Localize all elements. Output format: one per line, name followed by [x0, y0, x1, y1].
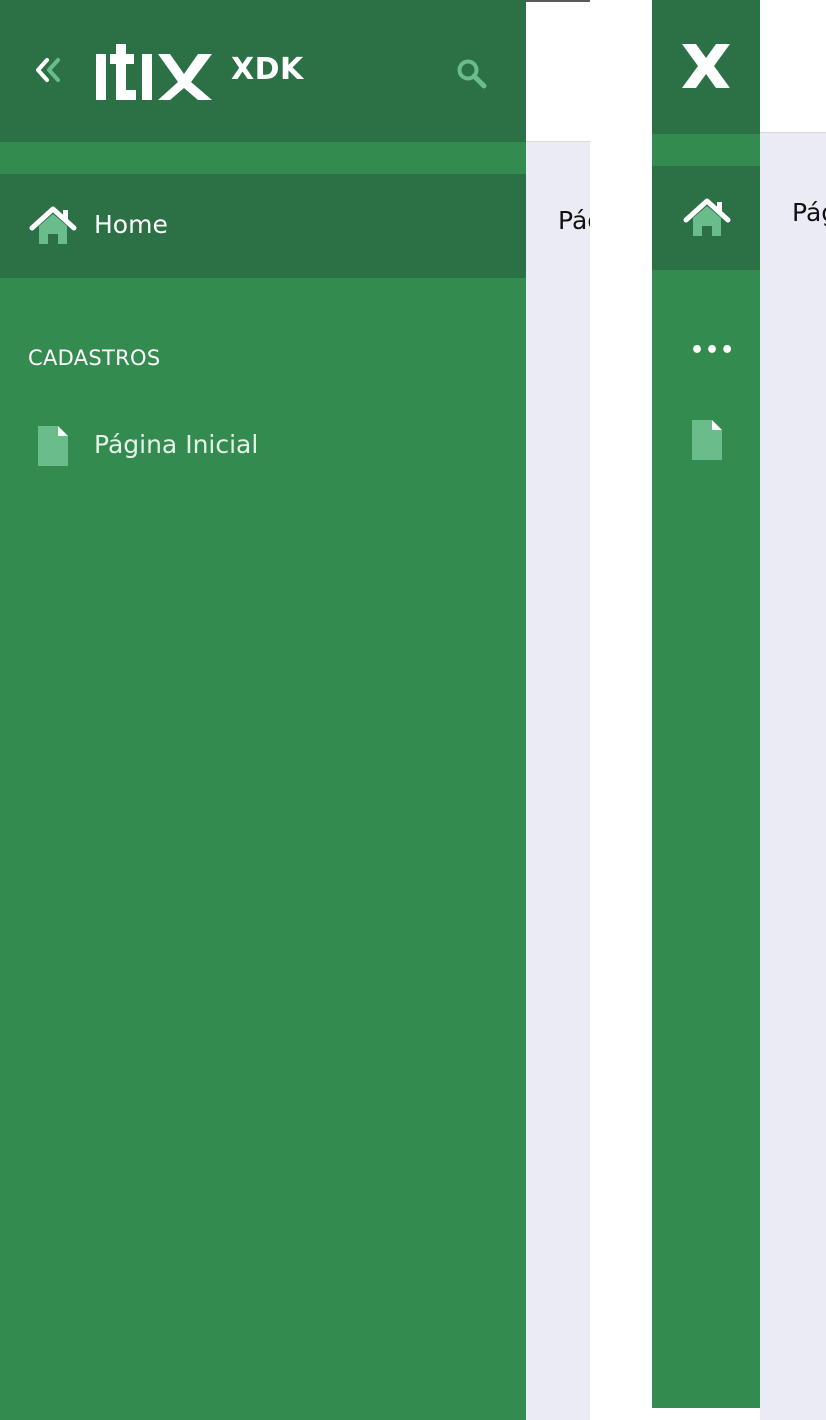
x-logo-icon[interactable] — [680, 40, 732, 92]
section-title-cadastros: CADASTROS — [28, 346, 161, 370]
file-icon[interactable] — [690, 418, 724, 462]
content-page-title: Página Inicial — [792, 198, 826, 227]
itix-logo — [94, 40, 218, 102]
sidebar-item-home-label[interactable]: Home — [94, 210, 168, 239]
double-chevron-left-icon — [36, 58, 60, 82]
content-page-title: Página Inicial — [558, 206, 590, 235]
search-icon — [457, 59, 487, 89]
brand-suffix: XDK — [231, 52, 304, 87]
content-header — [526, 2, 590, 142]
file-icon[interactable] — [36, 424, 70, 468]
sidebar-item-home[interactable] — [0, 174, 526, 278]
sidebar-item-pagina-inicial[interactable]: Página Inicial — [94, 430, 258, 459]
home-icon — [683, 196, 731, 240]
sidebar-expanded: XDK Home CADASTROS Página Inicial — [0, 0, 526, 1420]
home-icon — [29, 204, 77, 248]
content-area — [760, 132, 826, 1420]
sidebar-collapsed: ••• — [652, 0, 760, 1408]
search-button[interactable] — [454, 56, 490, 90]
itix-logo-mark — [96, 44, 212, 100]
collapsed-layout: Página Inicial ••• — [652, 0, 826, 1420]
collapse-sidebar-button[interactable] — [30, 54, 68, 88]
expanded-layout: Página Inicial XDK — [0, 0, 590, 1420]
more-icon[interactable]: ••• — [690, 338, 735, 363]
content-area — [526, 142, 590, 1420]
